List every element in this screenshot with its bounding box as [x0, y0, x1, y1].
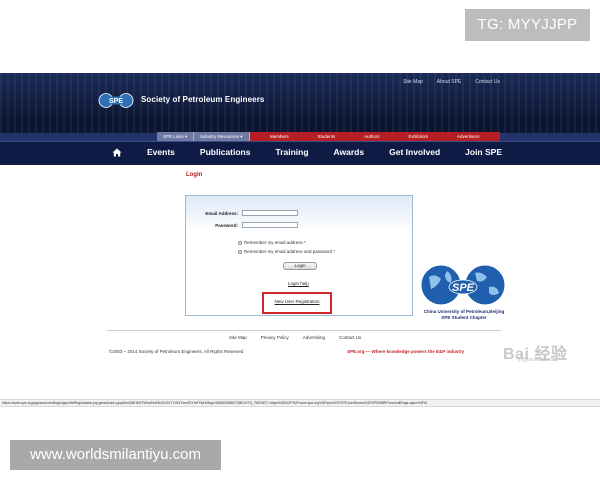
home-icon[interactable] [112, 148, 122, 157]
password-label: Password: [215, 222, 238, 228]
remember-both-row: Remember my email address and password * [238, 249, 335, 254]
site-watermark: www.worldsmilantiyu.com [10, 440, 221, 470]
login-title: Login [186, 172, 203, 178]
status-bar-url: https://www.spe.org/appssecured/login/js… [0, 399, 600, 407]
utility-bar: SPE Links ▾ Industry Resources ▾ Members… [157, 132, 500, 141]
remember-email-label: Remember my email address * [244, 240, 306, 245]
main-nav: Events Publications Training Awards Get … [0, 141, 600, 165]
site-header: Site Map About SPE Contact Us SPE Societ… [0, 73, 600, 165]
footer-link-advertising[interactable]: Advertising [303, 335, 325, 340]
audience-link-members[interactable]: Members [270, 134, 289, 139]
login-help-link[interactable]: Login help [288, 281, 309, 286]
new-user-registration-link[interactable]: New User Registration [262, 292, 332, 314]
university-logo-text: SPE [452, 282, 475, 294]
screenshot: Site Map About SPE Contact Us SPE Societ… [0, 0, 600, 480]
top-link-site-map[interactable]: Site Map [403, 79, 423, 85]
nav-training[interactable]: Training [275, 147, 308, 157]
email-row: Email Address: [198, 210, 298, 216]
spe-logo-text: SPE [109, 98, 123, 105]
audience-links: Members Students Authors Exhibitors Adve… [249, 132, 500, 141]
top-link-contact[interactable]: Contact Us [475, 79, 500, 85]
footer-link-site-map[interactable]: Site Map [229, 335, 247, 340]
audience-link-authors[interactable]: Authors [364, 134, 380, 139]
audience-link-exhibitors[interactable]: Exhibitors [408, 134, 428, 139]
remember-email-radio[interactable] [238, 240, 242, 245]
spe-links-dropdown[interactable]: SPE Links ▾ [157, 132, 195, 141]
audience-link-students[interactable]: Students [318, 134, 336, 139]
top-link-about[interactable]: About SPE [437, 79, 461, 85]
nav-publications[interactable]: Publications [200, 147, 251, 157]
footer-link-contact[interactable]: Contact Us [339, 335, 361, 340]
email-label: Email Address: [205, 210, 238, 216]
footer-link-privacy[interactable]: Privacy Policy [261, 335, 289, 340]
remember-both-radio[interactable] [238, 249, 242, 254]
footer-links: Site Map Privacy Policy Advertising Cont… [229, 335, 361, 340]
spe-logo[interactable]: SPE [98, 92, 134, 109]
baidu-watermark-url: jingyan.baidu.com [518, 357, 559, 363]
nav-join-spe[interactable]: Join SPE [465, 147, 502, 157]
email-field[interactable] [242, 210, 298, 216]
top-links: Site Map About SPE Contact Us [403, 79, 500, 85]
university-chapter-logo: SPE [420, 264, 506, 306]
university-caption: China University of Petroleum,Beijing SP… [423, 309, 505, 320]
nav-events[interactable]: Events [147, 147, 175, 157]
org-name: Society of Petroleum Engineers [141, 95, 265, 104]
tg-watermark: TG: MYYJJPP [465, 9, 590, 41]
password-field[interactable] [242, 222, 298, 228]
audience-link-advertisers[interactable]: Advertisers [457, 134, 480, 139]
remember-email-row: Remember my email address * [238, 240, 306, 245]
nav-get-involved[interactable]: Get Involved [389, 147, 440, 157]
nav-awards[interactable]: Awards [334, 147, 365, 157]
spe-slogan-link[interactable]: SPE.org — Where knowledge powers the E&P… [347, 349, 464, 354]
copyright: ©2003 – 2014 Society of Petroleum Engine… [109, 349, 244, 354]
password-row: Password: [198, 222, 298, 228]
remember-both-label: Remember my email address and password * [244, 249, 336, 254]
industry-resources-dropdown[interactable]: Industry Resources ▾ [194, 132, 250, 141]
login-button[interactable]: Login [283, 262, 317, 270]
login-form: Email Address: Password: Remember my ema… [185, 195, 413, 316]
footer-divider [107, 330, 501, 331]
